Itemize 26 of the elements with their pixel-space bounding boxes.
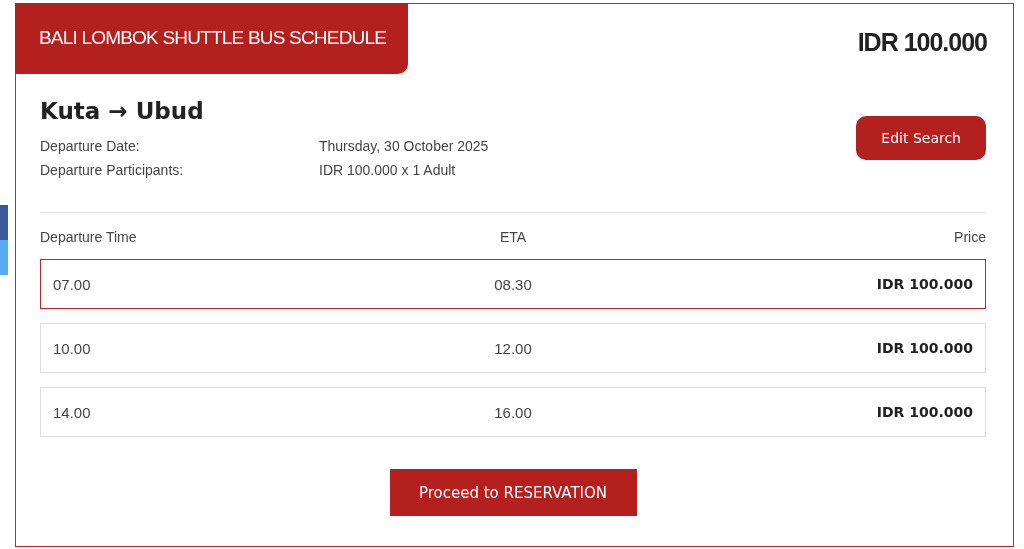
schedule-title: BALI LOMBOK SHUTTLE BUS SCHEDULE <box>15 3 409 74</box>
route-title: Kuta → Ubud <box>40 98 205 124</box>
schedule-row[interactable]: 07.00 08.30 IDR 100.000 <box>40 259 986 309</box>
detail-value: IDR 100.000 x 1 Adult <box>319 162 457 178</box>
row-price: IDR 100.000 <box>875 340 973 356</box>
share-tab[interactable] <box>0 205 8 240</box>
detail-label: Departure Date: <box>40 138 141 154</box>
row-price: IDR 100.000 <box>875 404 973 420</box>
share-tab[interactable] <box>0 240 8 275</box>
arrival-time: 12.00 <box>493 339 533 357</box>
proceed-button[interactable]: Proceed to RESERVATION <box>389 469 637 516</box>
column-header: ETA <box>498 229 528 245</box>
schedule-row[interactable]: 10.00 12.00 IDR 100.000 <box>40 323 986 373</box>
column-header: Departure Time <box>40 229 138 245</box>
departure-time: 07.00 <box>53 275 92 293</box>
detail-label: Departure Participants: <box>40 162 185 178</box>
departure-time: 14.00 <box>53 403 92 421</box>
detail-value: Thursday, 30 October 2025 <box>319 138 489 154</box>
schedule-row[interactable]: 14.00 16.00 IDR 100.000 <box>40 387 986 437</box>
column-header: Price <box>953 229 986 245</box>
row-price: IDR 100.000 <box>875 276 973 292</box>
arrival-time: 16.00 <box>493 403 533 421</box>
total-price: IDR 100.000 <box>857 27 988 57</box>
edit-search-button[interactable]: Edit Search <box>856 116 986 160</box>
departure-time: 10.00 <box>53 339 92 357</box>
arrival-time: 08.30 <box>493 275 533 293</box>
